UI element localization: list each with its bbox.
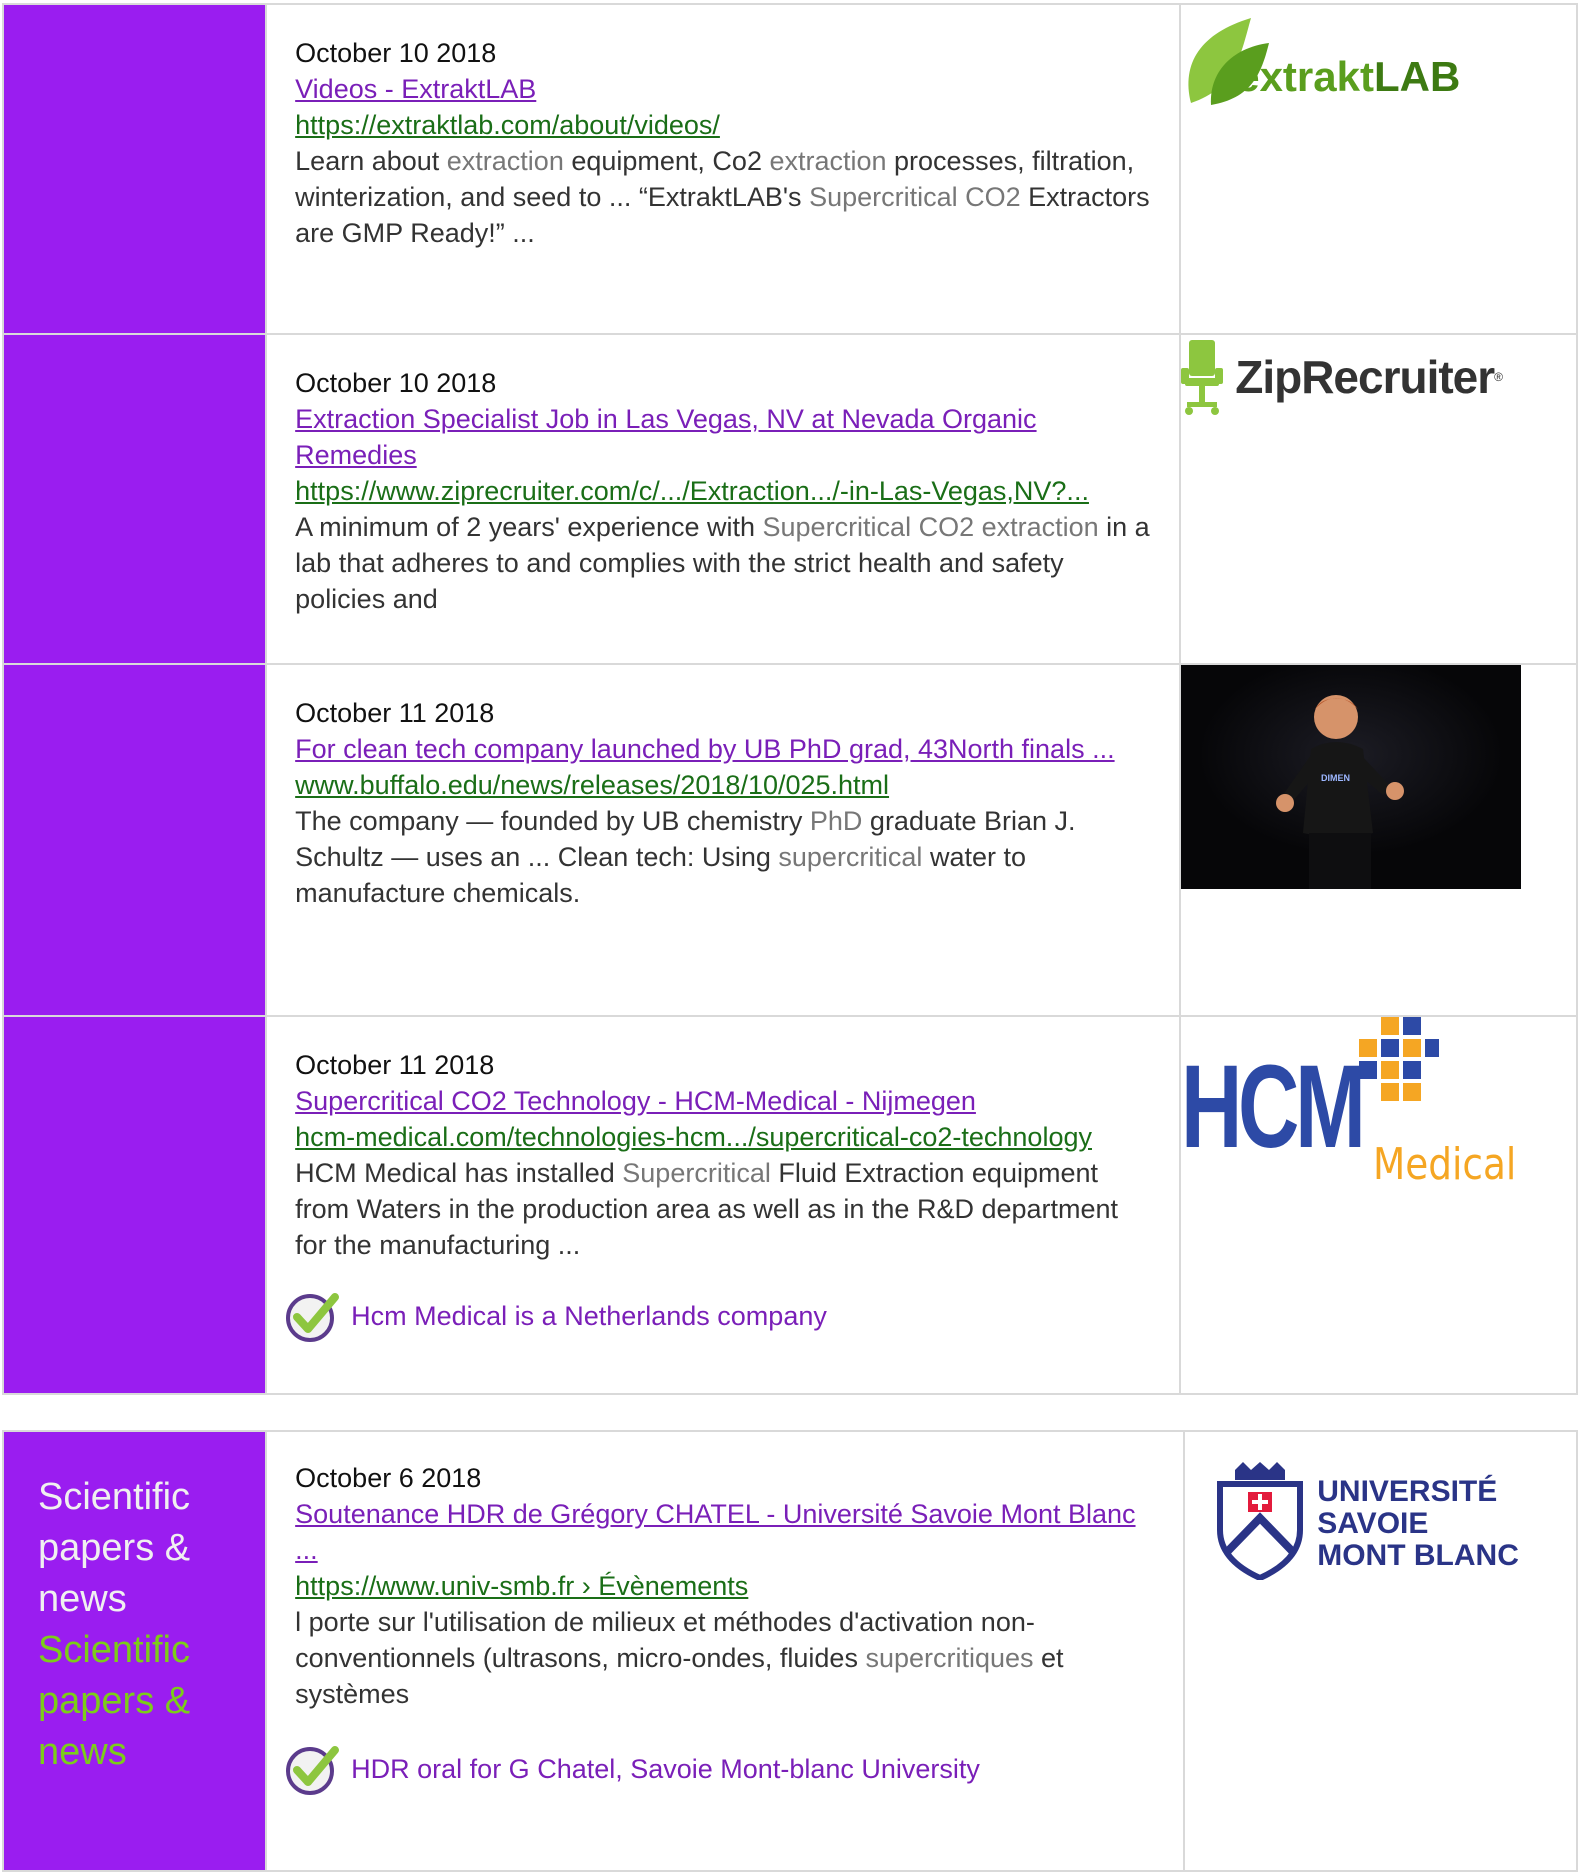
result-snippet: The company — founded by UB chemistry Ph… [295,803,1153,911]
snippet-text: HCM Medical has installed [295,1158,623,1188]
result-title-link[interactable]: Extraction Specialist Job in Las Vegas, … [295,401,1153,473]
result-cell: October 11 2018 For clean tech company l… [265,663,1182,1017]
result-title-link[interactable]: Soutenance HDR de Grégory CHATEL - Unive… [295,1496,1157,1568]
checkmark-icon [286,1293,340,1342]
category-cell [1,663,268,1017]
snippet-highlight: PhD [809,806,863,836]
news-table: October 10 2018 Videos - ExtraktLAB http… [1,3,1578,1395]
result-cell: October 6 2018 Soutenance HDR de Grégory… [265,1430,1186,1872]
table-row: October 10 2018 Extraction Specialist Jo… [1,333,1578,665]
logo-cell: DIMEN [1179,663,1578,1017]
hcm-cross-icon [1359,1017,1440,1101]
extraktlab-logo-text-b: LAB [1373,53,1461,100]
university-logo-line3: MONT BLANC [1317,1539,1519,1572]
result-date: October 10 2018 [295,38,497,68]
snippet-highlight: Supercritical CO2 [809,182,1021,212]
result-date: October 11 2018 [295,1050,495,1080]
snippet-text: equipment, Co2 [563,146,770,176]
annotation-note-text: Hcm Medical is a Netherlands company [351,1301,827,1331]
result-cell: October 10 2018 Videos - ExtraktLAB http… [265,3,1182,335]
university-logo-line2: SAVOIE [1317,1507,1429,1540]
ziprecruiter-logo-reg: ® [1494,370,1504,384]
universite-savoie-mont-blanc-logo: UNIVERSITÉ SAVOIE MONT BLANC [1215,1460,1576,1580]
extraktlab-logo-text-a: extrakt [1236,53,1374,100]
result-date: October 6 2018 [295,1463,482,1493]
result-title-link[interactable]: Videos - ExtraktLAB [295,71,1153,107]
speaker-figure-icon: DIMEN [1181,665,1522,889]
result-cell: October 10 2018 Extraction Specialist Jo… [265,333,1182,665]
snippet-highlight: supercritiques [865,1643,1034,1673]
snippet-highlight: Supercritical [622,1158,771,1188]
result-url-link[interactable]: hcm-medical.com/technologies-hcm.../supe… [295,1119,1153,1155]
logo-cell: ZipRecruiter ® [1179,333,1578,665]
logo-cell: extraktLAB [1179,3,1578,335]
result-date: October 10 2018 [295,368,497,398]
category-label: Scientific papers & news [38,1476,191,1620]
snippet-text: A minimum of 2 years' experience with [295,512,763,542]
checkmark-icon [286,1746,340,1795]
snippet-highlight: extraction [446,146,564,176]
annotation-note-text: HDR oral for G Chatel, Savoie Mont-blanc… [351,1754,980,1784]
result-url-link[interactable]: www.buffalo.edu/news/releases/2018/10/02… [295,767,1153,803]
annotation-note: Hcm Medical is a Netherlands company [285,1289,1153,1343]
annotation-note: HDR oral for G Chatel, Savoie Mont-blanc… [285,1742,1157,1796]
logo-cell: HCM Medical [1179,1015,1578,1395]
category-label-echo: Scientific papers & news [38,1629,191,1773]
table-row: October 11 2018 For clean tech company l… [1,663,1578,1017]
result-cell: October 11 2018 Supercritical CO2 Techno… [265,1015,1182,1395]
scientific-papers-table: Scientific papers & news Scientific pape… [1,1430,1578,1872]
university-crest-icon [1217,1462,1304,1580]
result-url-link[interactable]: https://www.ziprecruiter.com/c/.../Extra… [295,473,1153,509]
result-title-link[interactable]: Supercritical CO2 Technology - HCM-Medic… [295,1083,1153,1119]
result-snippet: HCM Medical has installed Supercritical … [295,1155,1153,1263]
snippet-highlight: Supercritical CO2 extraction [762,512,1099,542]
category-cell: Scientific papers & news Scientific pape… [1,1430,268,1872]
extraktlab-logo: extraktLAB [1181,5,1481,115]
snippet-text: The company — founded by UB chemistry [295,806,810,836]
result-title-link[interactable]: For clean tech company launched by UB Ph… [295,731,1153,767]
result-date: October 11 2018 [295,698,495,728]
hcm-logo-text: HCM [1181,1041,1366,1173]
category-cell [1,333,268,665]
speaker-photo: DIMEN [1181,665,1522,889]
snippet-highlight: supercritical [778,842,923,872]
result-snippet: Learn about extraction equipment, Co2 ex… [295,143,1153,251]
university-logo-line1: UNIVERSITÉ [1317,1475,1498,1508]
shirt-text: DIMEN [1321,773,1350,783]
medical-logo-text: Medical [1373,1139,1517,1190]
ziprecruiter-logo: ZipRecruiter ® [1181,337,1576,417]
table-row: Scientific papers & news Scientific pape… [1,1430,1578,1872]
result-snippet: l porte sur l'utilisation de milieux et … [295,1604,1157,1712]
category-cell [1,1015,268,1395]
result-snippet: A minimum of 2 years' experience with Su… [295,509,1153,617]
result-url-link[interactable]: https://www.univ-smb.fr › Évènements [295,1568,1157,1604]
category-cell [1,3,268,335]
snippet-text: Learn about [295,146,447,176]
table-row: October 11 2018 Supercritical CO2 Techno… [1,1015,1578,1395]
snippet-highlight: extraction [769,146,887,176]
table-row: October 10 2018 Videos - ExtraktLAB http… [1,3,1578,335]
ziprecruiter-logo-text: ZipRecruiter [1235,351,1495,403]
logo-cell: UNIVERSITÉ SAVOIE MONT BLANC [1183,1430,1578,1872]
hcm-medical-logo: HCM Medical [1181,1017,1521,1207]
chair-icon [1181,340,1224,415]
result-url-link[interactable]: https://extraktlab.com/about/videos/ [295,107,1153,143]
